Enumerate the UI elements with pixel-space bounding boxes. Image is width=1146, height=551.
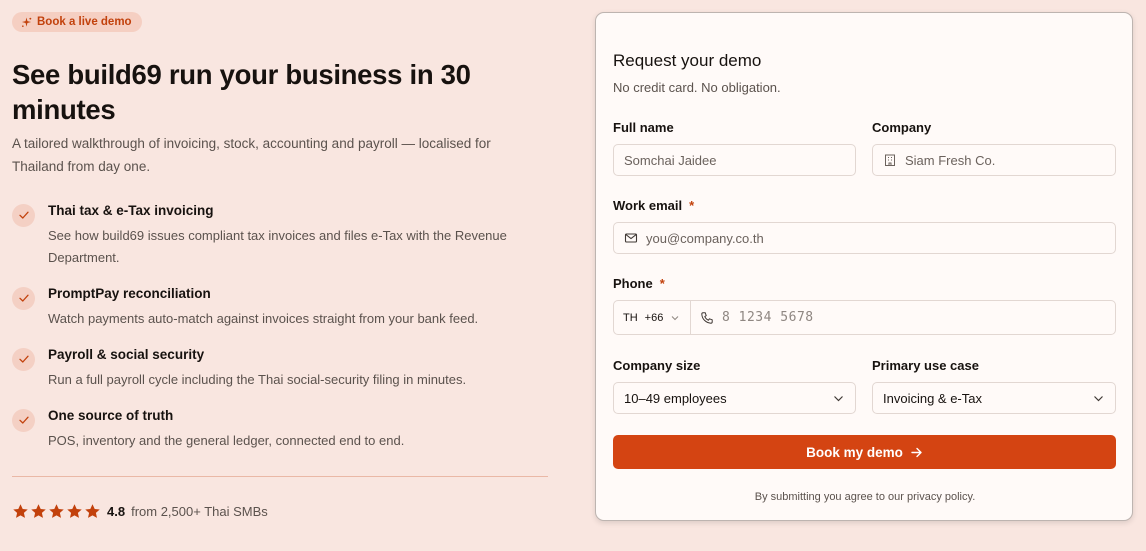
book-demo-button[interactable]: Book my demo bbox=[613, 435, 1116, 469]
form-title: Request your demo bbox=[613, 51, 762, 70]
company-input[interactable]: Siam Fresh Co. bbox=[872, 144, 1116, 176]
company-label: Company bbox=[872, 120, 932, 135]
rating-score: 4.8 bbox=[107, 504, 126, 519]
page-subtitle: A tailored walkthrough of invoicing, sto… bbox=[12, 135, 491, 174]
email-label-text: Work email bbox=[613, 198, 683, 213]
building-icon bbox=[883, 153, 897, 167]
feature-title: Payroll & social security bbox=[48, 346, 205, 362]
company-size-value: 10–49 employees bbox=[624, 390, 727, 406]
dial-code: +66 bbox=[644, 311, 664, 324]
country-code-select[interactable]: TH +66 bbox=[613, 300, 690, 335]
check-icon bbox=[12, 286, 35, 310]
check-icon bbox=[12, 408, 35, 432]
arrow-right-icon bbox=[910, 446, 923, 459]
check-icon bbox=[12, 347, 35, 371]
required-marker: * bbox=[659, 276, 665, 291]
sparkle-icon bbox=[21, 16, 32, 28]
check-icon bbox=[12, 203, 35, 227]
star-icon bbox=[85, 504, 100, 518]
full-name-placeholder: Somchai Jaidee bbox=[624, 152, 717, 168]
rating-text: from 2,500+ Thai SMBs bbox=[131, 504, 268, 519]
feature-item: Thai tax & e-Tax invoicing See how build… bbox=[12, 202, 548, 285]
full-name-label: Full name bbox=[613, 120, 674, 135]
use-case-value: Invoicing & e-Tax bbox=[883, 390, 982, 406]
use-case-label: Primary use case bbox=[872, 358, 979, 373]
use-case-select[interactable]: Invoicing & e-Tax bbox=[872, 382, 1116, 414]
phone-label-text: Phone bbox=[613, 276, 653, 291]
divider bbox=[12, 476, 548, 477]
phone-icon bbox=[700, 311, 714, 325]
email-input[interactable]: you@company.co.th bbox=[613, 222, 1116, 254]
phone-placeholder: 8 1234 5678 bbox=[722, 310, 814, 325]
email-label: Work email * bbox=[613, 198, 694, 213]
feature-description: Run a full payroll cycle including the T… bbox=[48, 371, 467, 387]
feature-title: Thai tax & e-Tax invoicing bbox=[48, 202, 214, 218]
star-icon bbox=[67, 504, 82, 518]
full-name-input[interactable]: Somchai Jaidee bbox=[613, 144, 856, 176]
privacy-notice: By submitting you agree to our privacy p… bbox=[754, 491, 976, 503]
demo-badge: Book a live demo bbox=[12, 12, 142, 32]
hero-panel: Book a live demo See build69 run your bu… bbox=[12, 12, 548, 519]
phone-input[interactable]: 8 1234 5678 bbox=[690, 300, 1116, 335]
demo-request-form: Request your demo No credit card. No obl… bbox=[595, 12, 1133, 521]
chevron-down-icon bbox=[1092, 392, 1105, 405]
feature-list: Thai tax & e-Tax invoicing See how build… bbox=[12, 202, 548, 457]
country-code: TH bbox=[623, 311, 638, 324]
email-placeholder: you@company.co.th bbox=[646, 230, 764, 246]
feature-item: One source of truth POS, inventory and t… bbox=[12, 407, 548, 457]
feature-description: Watch payments auto-match against invoic… bbox=[48, 310, 479, 326]
star-icon bbox=[13, 504, 28, 518]
company-size-select[interactable]: 10–49 employees bbox=[613, 382, 856, 414]
rating: 4.8 from 2,500+ Thai SMBs bbox=[12, 503, 268, 520]
required-marker: * bbox=[689, 198, 695, 213]
feature-title: PromptPay reconciliation bbox=[48, 285, 211, 301]
feature-item: PromptPay reconciliation Watch payments … bbox=[12, 285, 548, 346]
demo-badge-label: Book a live demo bbox=[37, 16, 132, 28]
star-rating bbox=[12, 503, 101, 520]
star-icon bbox=[31, 504, 46, 518]
company-placeholder: Siam Fresh Co. bbox=[905, 152, 996, 168]
mail-icon bbox=[624, 231, 638, 245]
feature-description: See how build69 issues compliant tax inv… bbox=[48, 227, 507, 265]
page-title: See build69 run your business in 30 minu… bbox=[12, 58, 471, 125]
chevron-down-icon bbox=[670, 313, 680, 323]
feature-item: Payroll & social security Run a full pay… bbox=[12, 346, 548, 407]
phone-label: Phone * bbox=[613, 276, 665, 291]
chevron-down-icon bbox=[832, 392, 845, 405]
star-icon bbox=[49, 504, 64, 518]
book-demo-label: Book my demo bbox=[806, 444, 903, 460]
company-size-label: Company size bbox=[613, 358, 701, 373]
feature-title: One source of truth bbox=[48, 407, 174, 423]
form-subtitle: No credit card. No obligation. bbox=[613, 80, 781, 95]
feature-description: POS, inventory and the general ledger, c… bbox=[48, 432, 405, 448]
